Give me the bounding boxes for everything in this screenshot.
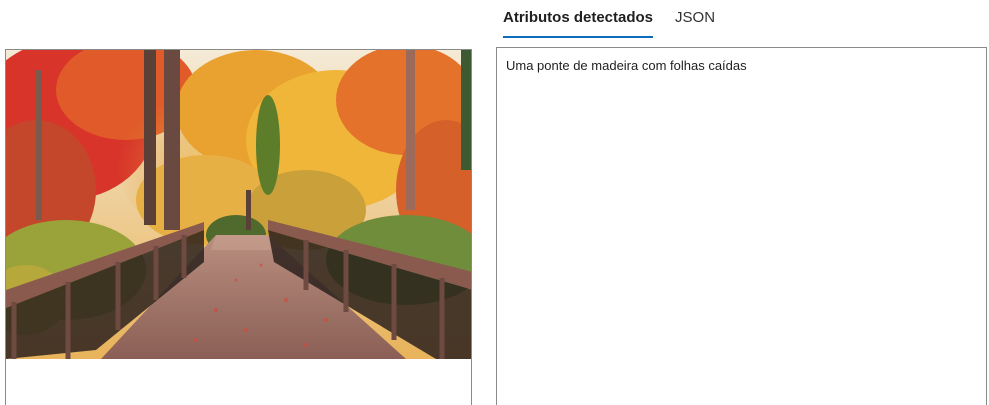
analysis-page: Atributos detectados JSON Uma ponte de m…	[0, 0, 989, 405]
image-preview-panel	[5, 49, 472, 405]
result-panel: Uma ponte de madeira com folhas caídas	[496, 47, 987, 405]
caption-result: Uma ponte de madeira com folhas caídas	[506, 58, 747, 73]
bridge-photo	[6, 50, 471, 359]
result-tabs: Atributos detectados JSON	[503, 0, 715, 38]
tab-json[interactable]: JSON	[675, 0, 715, 38]
tab-detected-attributes[interactable]: Atributos detectados	[503, 0, 654, 38]
